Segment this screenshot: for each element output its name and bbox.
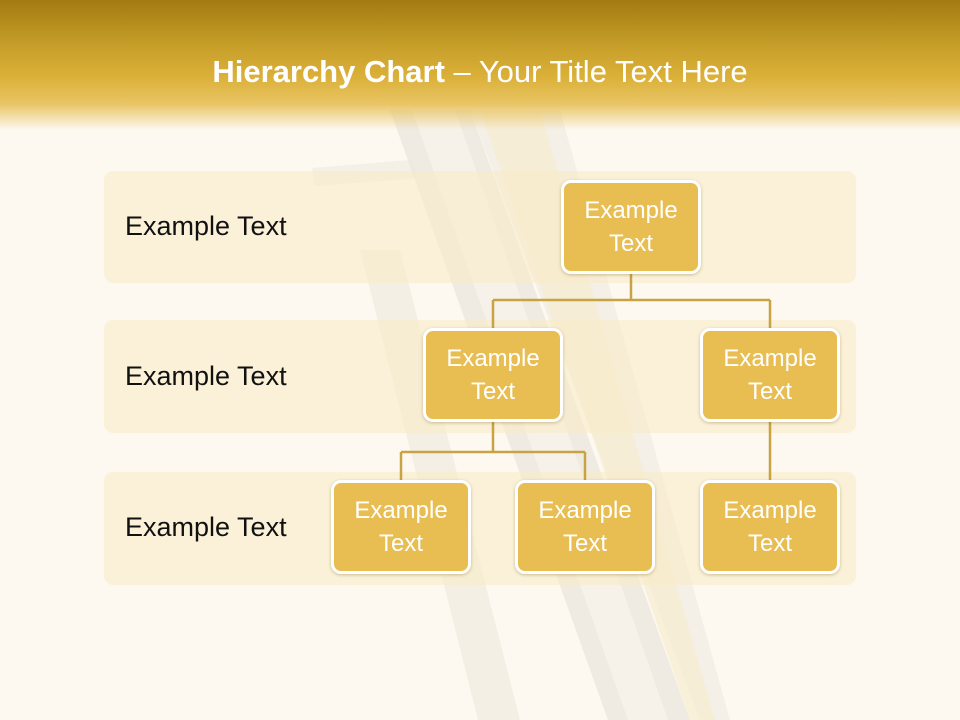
node-level2-left-label: Example Text — [446, 345, 540, 405]
node-level2-right[interactable]: Example Text — [700, 328, 840, 422]
node-level2-right-label: Example Text — [723, 345, 817, 405]
node-level2-left[interactable]: Example Text — [423, 328, 563, 422]
node-level3-left-a-label: Example Text — [354, 497, 448, 557]
node-level3-left-a[interactable]: Example Text — [331, 480, 471, 574]
node-level3-left-b[interactable]: Example Text — [515, 480, 655, 574]
node-level3-right[interactable]: Example Text — [700, 480, 840, 574]
node-level3-left-b-label: Example Text — [538, 497, 632, 557]
node-level3-right-label: Example Text — [723, 497, 817, 557]
slide: Hierarchy Chart – Your Title Text Here E… — [0, 0, 960, 720]
node-root-label: Example Text — [584, 197, 678, 257]
node-root[interactable]: Example Text — [561, 180, 701, 274]
